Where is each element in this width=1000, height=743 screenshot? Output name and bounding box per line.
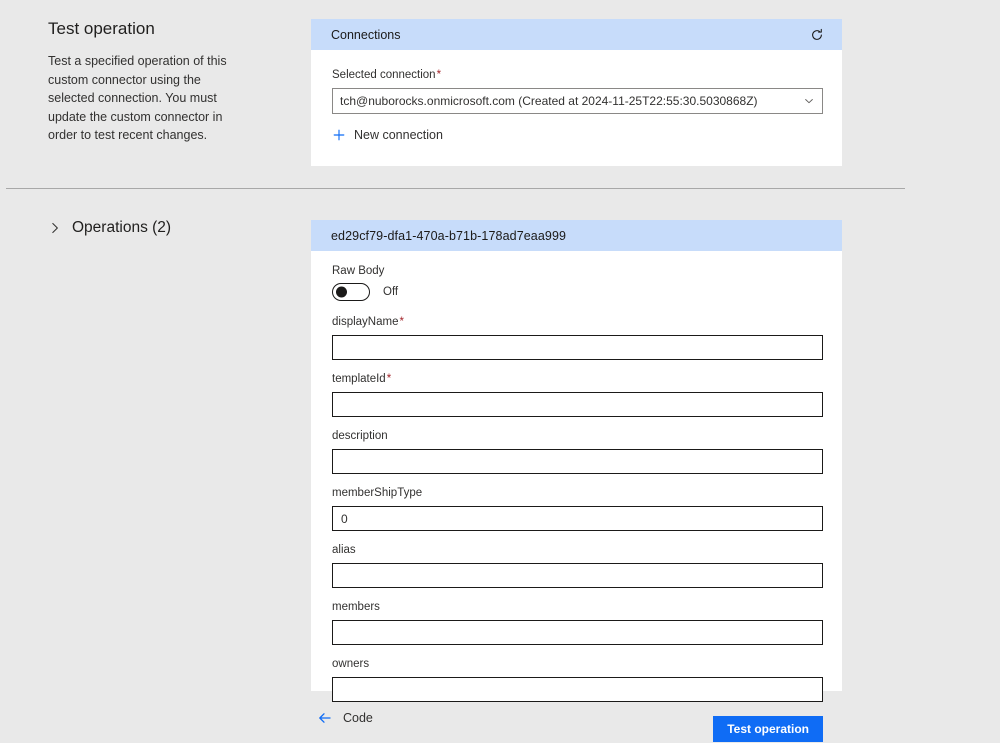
selected-connection-dropdown[interactable]: tch@nuborocks.onmicrosoft.com (Created a… — [332, 88, 823, 114]
page-description: Test a specified operation of this custo… — [48, 52, 248, 145]
field-members-label: members — [332, 600, 823, 615]
arrow-left-icon — [317, 710, 333, 726]
field-description-label-text: description — [332, 430, 388, 442]
description-column: Test operation Test a specified operatio… — [48, 18, 248, 145]
field-owners-label-text: owners — [332, 658, 369, 670]
test-operation-section: Test operation Test a specified operatio… — [0, 0, 1000, 186]
field-owners: owners — [332, 657, 823, 702]
connections-panel-body: Selected connection* tch@nuborocks.onmic… — [311, 50, 842, 142]
raw-body-toggle-row: Off — [332, 283, 823, 301]
field-alias-label-text: alias — [332, 544, 356, 556]
connections-panel: Connections Selected connection* tch@nub… — [311, 19, 842, 166]
field-members-label-text: members — [332, 601, 380, 613]
field-displayname: displayName* — [332, 315, 823, 360]
templateid-input[interactable] — [332, 392, 823, 417]
field-alias-required — [356, 544, 357, 556]
new-connection-button[interactable]: New connection — [332, 128, 443, 142]
field-templateid-label-text: templateId — [332, 373, 386, 385]
toggle-knob — [336, 287, 347, 298]
test-operation-button[interactable]: Test operation — [713, 716, 823, 742]
field-description-required — [388, 430, 389, 442]
raw-body-state: Off — [383, 286, 398, 298]
field-members: members — [332, 600, 823, 645]
selected-connection-label-text: Selected connection — [332, 69, 436, 81]
field-displayname-required: * — [398, 316, 403, 328]
required-marker: * — [436, 69, 441, 81]
field-owners-label: owners — [332, 657, 823, 672]
operation-actions: Test operation — [332, 716, 823, 742]
field-membershiptype-required — [422, 487, 423, 499]
field-members-required — [380, 601, 381, 613]
connections-panel-header: Connections — [311, 19, 842, 50]
operation-panel: ed29cf79-dfa1-470a-b71b-178ad7eaa999 Raw… — [311, 220, 842, 691]
page-title: Test operation — [48, 18, 248, 40]
operation-id-title: ed29cf79-dfa1-470a-b71b-178ad7eaa999 — [331, 229, 828, 243]
field-alias: alias — [332, 543, 823, 588]
operation-panel-body: Raw Body Off displayName* templateId* de… — [311, 251, 842, 742]
field-description: description — [332, 429, 823, 474]
new-connection-label: New connection — [354, 128, 443, 142]
chevron-down-icon — [803, 95, 815, 107]
field-membershiptype-label-text: memberShipType — [332, 487, 422, 499]
displayname-input[interactable] — [332, 335, 823, 360]
plus-icon — [332, 128, 346, 142]
field-displayname-label: displayName* — [332, 315, 823, 330]
field-alias-label: alias — [332, 543, 823, 558]
field-templateid-required: * — [386, 373, 391, 385]
section-divider — [6, 188, 905, 189]
refresh-icon[interactable] — [806, 24, 828, 46]
field-membershiptype-label: memberShipType — [332, 486, 823, 501]
field-description-label: description — [332, 429, 823, 444]
field-templateid-label: templateId* — [332, 372, 823, 387]
operation-panel-header: ed29cf79-dfa1-470a-b71b-178ad7eaa999 — [311, 220, 842, 251]
selected-connection-value: tch@nuborocks.onmicrosoft.com (Created a… — [340, 94, 758, 108]
alias-input[interactable] — [332, 563, 823, 588]
field-owners-required — [369, 658, 370, 670]
raw-body-label: Raw Body — [332, 265, 823, 277]
field-membershiptype: memberShipType — [332, 486, 823, 531]
connections-panel-title: Connections — [331, 28, 806, 42]
members-input[interactable] — [332, 620, 823, 645]
field-displayname-label-text: displayName — [332, 316, 398, 328]
back-to-code-label: Code — [343, 711, 373, 725]
selected-connection-label: Selected connection* — [332, 68, 823, 83]
chevron-right-icon — [48, 221, 62, 235]
raw-body-toggle[interactable] — [332, 283, 370, 301]
field-templateid: templateId* — [332, 372, 823, 417]
operations-section-title: Operations (2) — [72, 219, 171, 237]
operations-section-toggle[interactable]: Operations (2) — [48, 219, 171, 237]
membershiptype-input[interactable] — [332, 506, 823, 531]
back-to-code-button[interactable]: Code — [317, 710, 373, 726]
description-input[interactable] — [332, 449, 823, 474]
owners-input[interactable] — [332, 677, 823, 702]
